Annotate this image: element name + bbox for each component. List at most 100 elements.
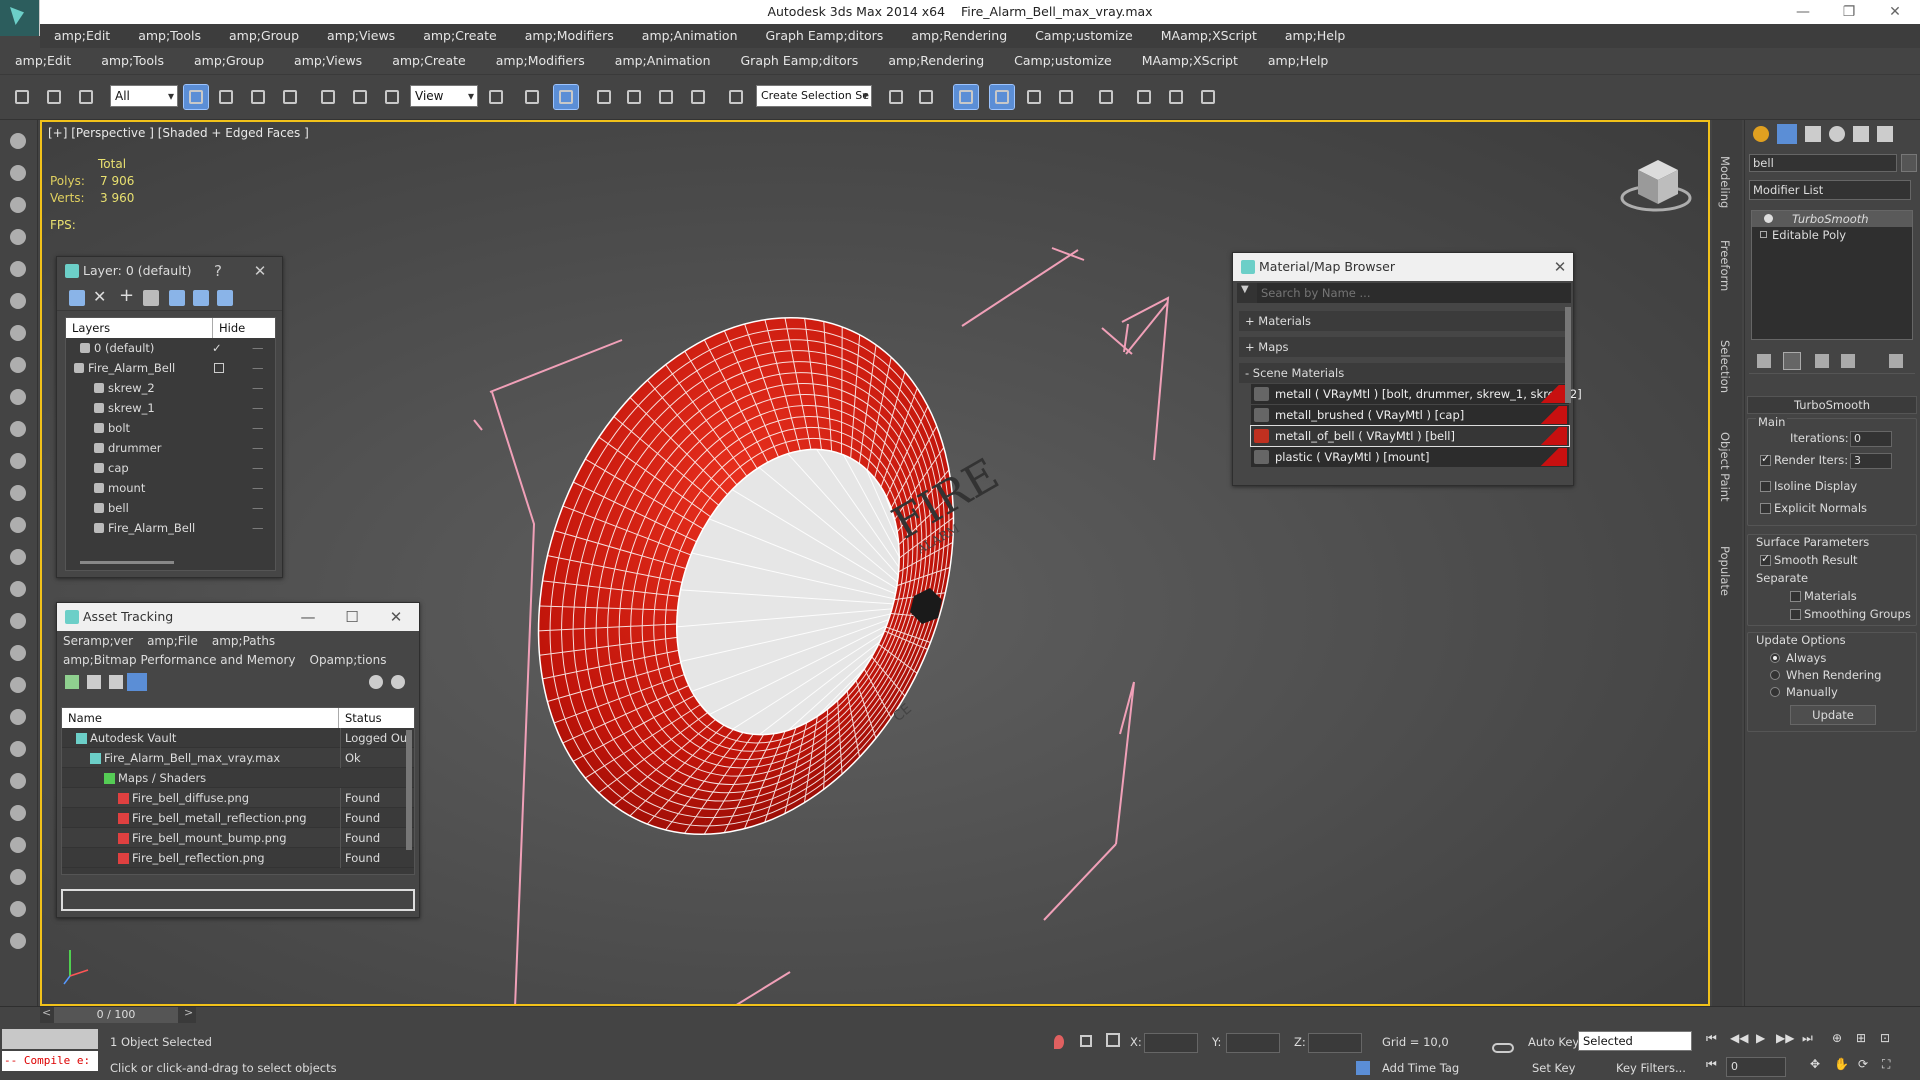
configure-sets-icon[interactable] <box>1889 354 1903 368</box>
freeze-all-icon[interactable] <box>217 290 233 306</box>
select-object-icon[interactable] <box>183 84 209 110</box>
lock-icon[interactable] <box>1080 1035 1092 1047</box>
rect-selection-icon[interactable] <box>246 85 270 109</box>
angle-snap-icon[interactable] <box>622 85 646 109</box>
selection-filter-select[interactable]: All <box>110 85 178 107</box>
link-icon[interactable] <box>7 866 31 888</box>
menu-top-item[interactable]: amp;Help <box>1271 24 1359 48</box>
table-row[interactable]: Fire_bell_mount_bump.png Found <box>62 828 414 848</box>
y-coord-field[interactable] <box>1226 1033 1280 1053</box>
menu-top-item[interactable]: Camp;ustomize <box>1021 24 1147 48</box>
make-unique-icon[interactable] <box>1815 354 1829 368</box>
maximize-icon[interactable]: ☐ <box>341 603 363 631</box>
menu-main-item[interactable]: Graph Eamp;ditors <box>726 48 874 74</box>
viewcube[interactable] <box>1620 160 1692 212</box>
menu-top-item[interactable]: MAamp;XScript <box>1147 24 1271 48</box>
table-row[interactable]: Fire_Alarm_Bell_max_vray.max Ok <box>62 748 414 768</box>
next-frame-icon[interactable]: ▶▶ <box>1776 1031 1794 1045</box>
menu-main-item[interactable]: amp;Tools <box>86 48 179 74</box>
menu-top-item[interactable]: amp;Animation <box>628 24 752 48</box>
side-tab[interactable]: Modeling <box>1718 156 1732 208</box>
table-view-icon[interactable] <box>127 673 147 691</box>
reference-coord-select[interactable]: View <box>410 85 478 107</box>
smooth-result-checkbox[interactable] <box>1760 552 1771 566</box>
col-name[interactable]: Name <box>68 708 102 728</box>
asset-menu-item[interactable]: Opamp;tions <box>310 651 387 671</box>
app-menu-icon[interactable] <box>0 0 40 36</box>
freeze-toggle[interactable]: — <box>252 438 264 458</box>
asset-path-field[interactable] <box>61 889 415 911</box>
group-materials[interactable]: + Materials <box>1239 311 1567 331</box>
asset-icon[interactable] <box>7 610 31 632</box>
select-manipulate-icon[interactable] <box>520 85 544 109</box>
fov-icon[interactable]: ✥ <box>1810 1057 1820 1071</box>
menu-main-item[interactable]: Camp;ustomize <box>999 48 1127 74</box>
delete-layer-icon[interactable]: ✕ <box>93 287 106 306</box>
close-icon[interactable]: ✕ <box>385 603 407 631</box>
asset-panel-titlebar[interactable]: Asset Tracking — ☐ ✕ <box>57 603 419 631</box>
col-hide[interactable]: Hide <box>212 318 245 338</box>
pivot-center-icon[interactable] <box>484 85 508 109</box>
spinner-snap-icon[interactable] <box>686 85 710 109</box>
scale-icon[interactable] <box>380 85 404 109</box>
material-editor-icon[interactable] <box>1094 85 1118 109</box>
link-icon[interactable] <box>10 85 34 109</box>
move-icon[interactable] <box>316 85 340 109</box>
cone-icon[interactable] <box>7 482 31 504</box>
table-row[interactable]: Fire_bell_diffuse.png Found <box>62 788 414 808</box>
menu-main-item[interactable]: MAamp;XScript <box>1127 48 1253 74</box>
expand-icon[interactable] <box>1760 231 1767 238</box>
asset-menu-item[interactable]: amp;Bitmap Performance and Memory <box>63 651 296 671</box>
refresh-icon[interactable] <box>65 675 79 689</box>
materials-checkbox[interactable] <box>1790 591 1801 602</box>
time-next-icon[interactable]: > <box>184 1006 193 1019</box>
scene-explorer-icon[interactable] <box>7 194 31 216</box>
freeze-toggle[interactable]: — <box>252 478 264 498</box>
about-icon[interactable] <box>391 675 405 689</box>
menu-main-item[interactable]: amp;Views <box>279 48 377 74</box>
shell-icon[interactable] <box>7 770 31 792</box>
smoothing-groups-checkbox[interactable] <box>1790 609 1801 620</box>
rotate-icon[interactable] <box>348 85 372 109</box>
freeze-toggle[interactable]: — <box>252 398 264 418</box>
material-item[interactable]: metall ( VRayMtl ) [bolt, drummer, skrew… <box>1251 384 1582 404</box>
bind-spacewarp-icon[interactable] <box>74 85 98 109</box>
pin-stack-icon[interactable] <box>1757 354 1771 368</box>
sun-icon[interactable] <box>7 514 31 536</box>
asset-menu-item[interactable]: amp;File <box>147 631 198 651</box>
menu-top-item[interactable]: amp;Modifiers <box>511 24 628 48</box>
list-view-icon[interactable] <box>87 675 101 689</box>
menu-main-item[interactable]: amp;Group <box>179 48 279 74</box>
current-frame-field[interactable]: 0 <box>1726 1057 1786 1077</box>
group-scene-materials[interactable]: - Scene Materials <box>1239 363 1567 383</box>
render-iters-spinner[interactable]: 3 <box>1850 453 1892 469</box>
render-iters-checkbox[interactable] <box>1760 452 1771 466</box>
particle-icon[interactable] <box>7 354 31 376</box>
layer-row[interactable]: mount — <box>66 478 275 498</box>
script-listener-top[interactable] <box>2 1029 98 1049</box>
col-status[interactable]: Status <box>338 708 382 728</box>
teapot-icon[interactable] <box>7 802 31 824</box>
turbosmooth-rollout-header[interactable]: TurboSmooth <box>1747 396 1917 414</box>
stack-item-turbosmooth[interactable]: TurboSmooth <box>1752 211 1912 227</box>
iterations-spinner[interactable]: 0 <box>1850 431 1892 447</box>
object-color-swatch[interactable] <box>1901 154 1917 172</box>
freeze-toggle[interactable]: — <box>252 358 264 378</box>
menu-main-item[interactable]: amp;Help <box>1253 48 1343 74</box>
options-chevron-icon[interactable]: ▼ <box>1241 284 1249 295</box>
rendered-frame-icon[interactable] <box>1164 85 1188 109</box>
motion-tab-icon[interactable] <box>1829 126 1845 142</box>
sphere-bronze-icon[interactable] <box>7 546 31 568</box>
manually-radio[interactable] <box>1770 687 1780 697</box>
side-tab[interactable]: Freeform <box>1718 240 1732 291</box>
layer-row[interactable]: skrew_2 — <box>66 378 275 398</box>
window-crossing-icon[interactable] <box>278 85 302 109</box>
show-end-result-icon[interactable] <box>1783 352 1801 370</box>
menu-main-item[interactable]: amp;Modifiers <box>481 48 600 74</box>
close-button[interactable]: ✕ <box>1872 0 1918 24</box>
tree-view-icon[interactable] <box>109 675 123 689</box>
set-key-button[interactable]: Set Key <box>1532 1061 1575 1075</box>
material-scrollbar[interactable] <box>1565 307 1571 403</box>
zoom-extents-icon[interactable]: ⊡ <box>1880 1031 1890 1045</box>
key-mode-select[interactable]: Selected <box>1578 1031 1692 1051</box>
